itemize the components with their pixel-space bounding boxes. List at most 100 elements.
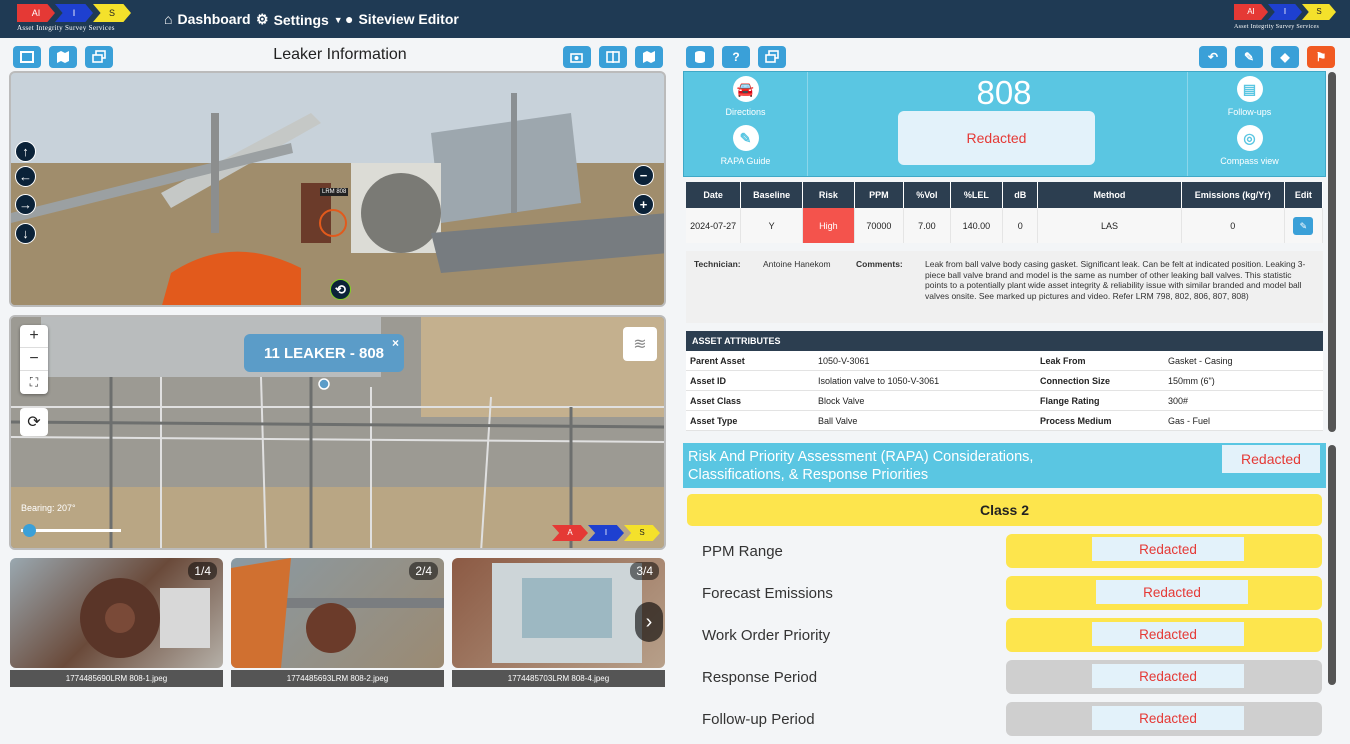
leak-summary-card: 🚘 Directions ✎ RAPA Guide 808 Redacted ▤… <box>683 71 1326 177</box>
column-header: Date <box>686 182 742 208</box>
photo-filename-3: 1774485703LRM 808-4.jpeg <box>452 670 665 687</box>
compass-button[interactable]: ⟲ <box>330 279 351 300</box>
map-zoom-out-button[interactable]: − <box>20 348 48 371</box>
asset-attributes-table: Parent Asset 1050-V-3061 Leak From Gasket -… <box>686 351 1323 431</box>
column-header: dB <box>1002 182 1039 208</box>
cell-baseline: Y <box>740 208 804 243</box>
cell-vol: 7.00 <box>903 208 951 243</box>
close-icon[interactable]: × <box>392 336 399 350</box>
company-logo[interactable]: AI I S Asset Integrity Survey Services <box>17 4 142 34</box>
bottom-scrollbar[interactable] <box>1328 445 1336 685</box>
leaker-popup[interactable]: 11 LEAKER - 808 × <box>244 334 404 372</box>
leak-number: 808 <box>976 74 1032 111</box>
cell-risk: High <box>802 208 855 243</box>
nav-dashboard[interactable]: ⌂ Dashboard <box>164 11 251 27</box>
attr-value: Gas - Fuel <box>1168 416 1211 426</box>
response-period-label: Response Period <box>702 669 818 686</box>
compass-view-label: Compass view <box>1220 156 1279 166</box>
pencil-ruler-icon: ✎ <box>1243 50 1255 64</box>
plus-icon: + <box>639 197 648 212</box>
follow-ups-label: Follow-ups <box>1227 107 1272 117</box>
arrow-left-button[interactable]: ← <box>15 166 36 187</box>
top-scrollbar[interactable] <box>1328 72 1336 432</box>
class-banner: Class 2 <box>687 494 1322 526</box>
windows-icon <box>92 50 106 63</box>
attr-value: Gasket - Casing <box>1168 356 1233 366</box>
refresh-icon: ⟳ <box>27 414 41 431</box>
edit-tools-button[interactable]: ✎ <box>1235 46 1263 68</box>
database-button[interactable] <box>686 46 714 68</box>
compass-view-button[interactable]: ◎ Compass view <box>1188 117 1311 166</box>
refresh-map-button[interactable]: ⟳ <box>20 408 48 436</box>
tag-button[interactable]: ◆ <box>1271 46 1299 68</box>
expand-view-button[interactable] <box>13 46 41 68</box>
help-button[interactable]: ? <box>722 46 750 68</box>
undo-button[interactable]: ↶ <box>1199 46 1227 68</box>
nav-siteview-label: Siteview Editor <box>358 11 459 27</box>
rapa-guide-button[interactable]: ✎ RAPA Guide <box>684 117 807 166</box>
map-logo-red: A <box>552 525 588 541</box>
photo-thumbnail-3[interactable]: 3/4 › <box>452 558 665 668</box>
cell-method: LAS <box>1037 208 1182 243</box>
arrow-up-button[interactable]: ↑ <box>15 141 36 162</box>
nav-siteview-editor[interactable]: ● Siteview Editor <box>345 11 459 27</box>
map-icon <box>57 51 69 63</box>
camera-icon <box>570 53 583 63</box>
layers-button[interactable]: ≋ <box>623 327 657 361</box>
directions-button[interactable]: 🚘 Directions <box>684 72 807 117</box>
asset-attributes-header: ASSET ATTRIBUTES <box>686 331 1323 351</box>
windows-button[interactable] <box>85 46 113 68</box>
rapa-header: Risk And Priority Assessment (RAPA) Cons… <box>683 443 1326 488</box>
next-photo-button[interactable]: › <box>635 602 663 642</box>
flag-button[interactable]: ⚑ <box>1307 46 1335 68</box>
nav-settings[interactable]: ⚙ Settings ▼ <box>256 11 343 28</box>
work-order-priority-value: Redacted <box>1006 618 1322 652</box>
attr-label: Asset Class <box>690 396 742 406</box>
fullscreen-button[interactable]: ⛶ <box>20 371 48 394</box>
table-header-row: Date Baseline Risk PPM %Vol %LEL dB Meth… <box>686 182 1324 208</box>
bearing-slider-handle[interactable] <box>23 524 36 537</box>
zoom-in-button[interactable]: + <box>633 194 654 215</box>
map-button-right[interactable] <box>635 46 663 68</box>
follow-ups-button[interactable]: ▤ Follow-ups <box>1188 72 1311 117</box>
aerial-map[interactable]: + − ⛶ ⟳ ≋ 11 LEAKER - 808 × Bearing: 207°… <box>9 315 666 550</box>
map-view-button[interactable] <box>49 46 77 68</box>
column-header: Baseline <box>740 182 804 208</box>
company-logo-right: AI I S Asset Integrity Survey Services <box>1234 4 1344 34</box>
arrow-down-button[interactable]: ↓ <box>15 223 36 244</box>
windows-button-right[interactable] <box>758 46 786 68</box>
flag-icon: ⚑ <box>1315 50 1327 64</box>
document-icon: ▤ <box>1236 76 1263 102</box>
rapa-guide-icon: ✎ <box>732 125 759 151</box>
arrow-right-button[interactable]: → <box>15 194 36 215</box>
street-view-panorama[interactable]: LRM 808 ↑ ← → ↓ − + ⟲ <box>9 71 666 307</box>
ppm-range-label: PPM Range <box>702 543 783 560</box>
compass-icon: ◎ <box>1236 125 1263 151</box>
attr-label: Connection Size <box>1040 376 1111 386</box>
attribute-row: Parent Asset 1050-V-3061 Leak From Gasket -… <box>686 351 1323 371</box>
attr-value: 150mm (6") <box>1168 376 1215 386</box>
photo-thumbnail-2[interactable]: 2/4 <box>231 558 444 668</box>
cell-date: 2024-07-27 <box>686 208 742 243</box>
map-zoom-controls: + − ⛶ <box>20 325 48 394</box>
add-photo-button[interactable] <box>563 46 591 68</box>
logo-text: Asset Integrity Survey Services <box>17 24 115 32</box>
split-view-button[interactable] <box>599 46 627 68</box>
follow-up-period-label: Follow-up Period <box>702 711 815 728</box>
technician-name: Antoine Hanekom <box>763 259 831 269</box>
attribute-row: Asset ID Isolation valve to 1050-V-3061 Co… <box>686 371 1323 391</box>
popup-label: 11 LEAKER - 808 <box>263 344 385 362</box>
column-header: Edit <box>1284 182 1324 208</box>
ppm-range-value: Redacted <box>1006 534 1322 568</box>
zoom-out-button[interactable]: − <box>633 165 654 186</box>
attr-value: Ball Valve <box>818 416 858 426</box>
logo-text-right: Asset Integrity Survey Services <box>1234 24 1320 30</box>
split-icon <box>606 51 620 63</box>
photo-thumbnail-1[interactable]: 1/4 <box>10 558 223 668</box>
leak-marker-label: LRM 808 <box>320 188 349 196</box>
map-zoom-in-button[interactable]: + <box>20 325 48 348</box>
edit-button[interactable]: ✎ <box>1293 216 1314 235</box>
logo-arrow-yellow: S <box>93 4 131 22</box>
survey-table: Date Baseline Risk PPM %Vol %LEL dB Meth… <box>686 182 1324 243</box>
attr-label: Asset ID <box>690 376 727 386</box>
